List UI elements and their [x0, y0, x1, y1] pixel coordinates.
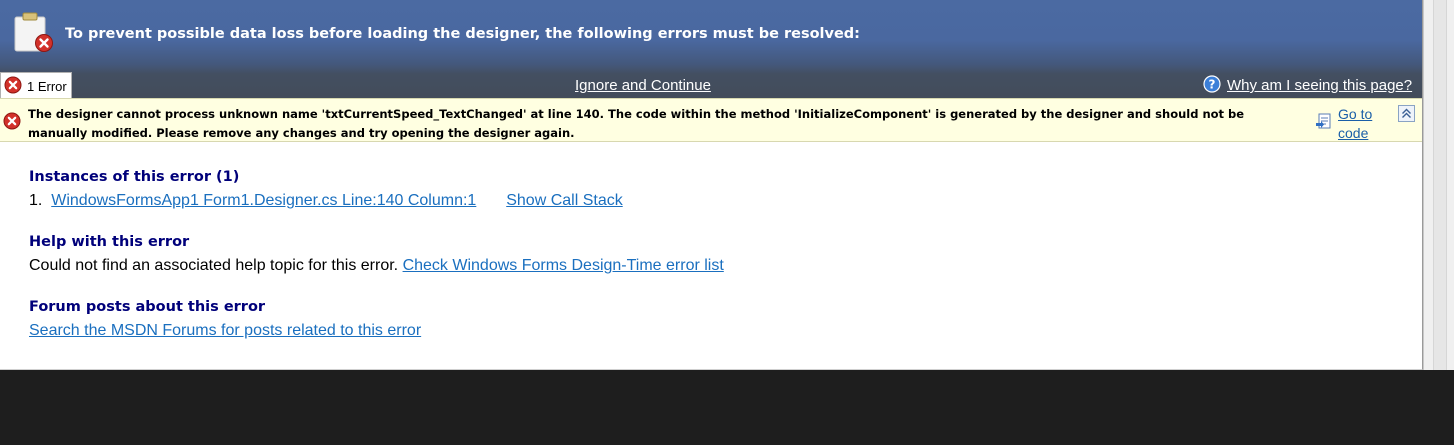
check-error-list-link[interactable]: Check Windows Forms Design-Time error li…: [403, 257, 724, 274]
instances-heading: Instances of this error (1): [29, 169, 240, 185]
help-heading: Help with this error: [29, 234, 190, 250]
clipboard-error-icon: [14, 12, 53, 52]
tab-errors[interactable]: 1 Error: [0, 72, 72, 98]
ignore-and-continue-link[interactable]: Ignore and Continue: [575, 77, 711, 94]
error-detail-bar: The designer cannot process unknown name…: [0, 98, 1422, 142]
forum-row: Search the MSDN Forums for posts related…: [29, 318, 724, 343]
help-row: Could not find an associated help topic …: [29, 253, 724, 278]
header-title: To prevent possible data loss before loa…: [65, 26, 860, 42]
collapse-up-icon: [1402, 108, 1411, 118]
instance-row: 1. WindowsFormsApp1 Form1.Designer.cs Li…: [29, 188, 724, 213]
error-details-content: Instances of this error (1) 1. WindowsFo…: [29, 166, 724, 343]
designer-error-page: To prevent possible data loss before loa…: [0, 0, 1423, 370]
why-am-i-seeing-this-link[interactable]: Why am I seeing this page?: [1227, 77, 1412, 94]
vertical-scrollbar[interactable]: [1423, 0, 1454, 370]
forum-heading: Forum posts about this error: [29, 299, 266, 315]
go-to-code-link[interactable]: Go to code: [1338, 105, 1388, 143]
scrollbar-thumb[interactable]: [1433, 0, 1447, 370]
instance-location-link[interactable]: WindowsFormsApp1 Form1.Designer.cs Line:…: [51, 192, 476, 209]
instance-number: 1.: [29, 192, 43, 209]
help-text: Could not find an associated help topic …: [29, 257, 399, 274]
error-x-icon: [4, 76, 22, 94]
go-to-code-icon[interactable]: [1315, 112, 1333, 130]
error-x-icon: [3, 112, 21, 130]
go-to-code-label-1[interactable]: Go to: [1338, 106, 1372, 122]
collapse-button[interactable]: [1398, 105, 1415, 122]
show-call-stack-link[interactable]: Show Call Stack: [506, 192, 623, 209]
search-msdn-forums-link[interactable]: Search the MSDN Forums for posts related…: [29, 322, 421, 339]
go-to-code-label-2[interactable]: code: [1338, 125, 1368, 141]
tab-errors-label: 1 Error: [27, 79, 67, 94]
error-header: To prevent possible data loss before loa…: [0, 0, 1422, 98]
error-message: The designer cannot process unknown name…: [28, 107, 1245, 140]
svg-text:?: ?: [1209, 78, 1216, 92]
help-question-icon[interactable]: ?: [1203, 75, 1221, 93]
